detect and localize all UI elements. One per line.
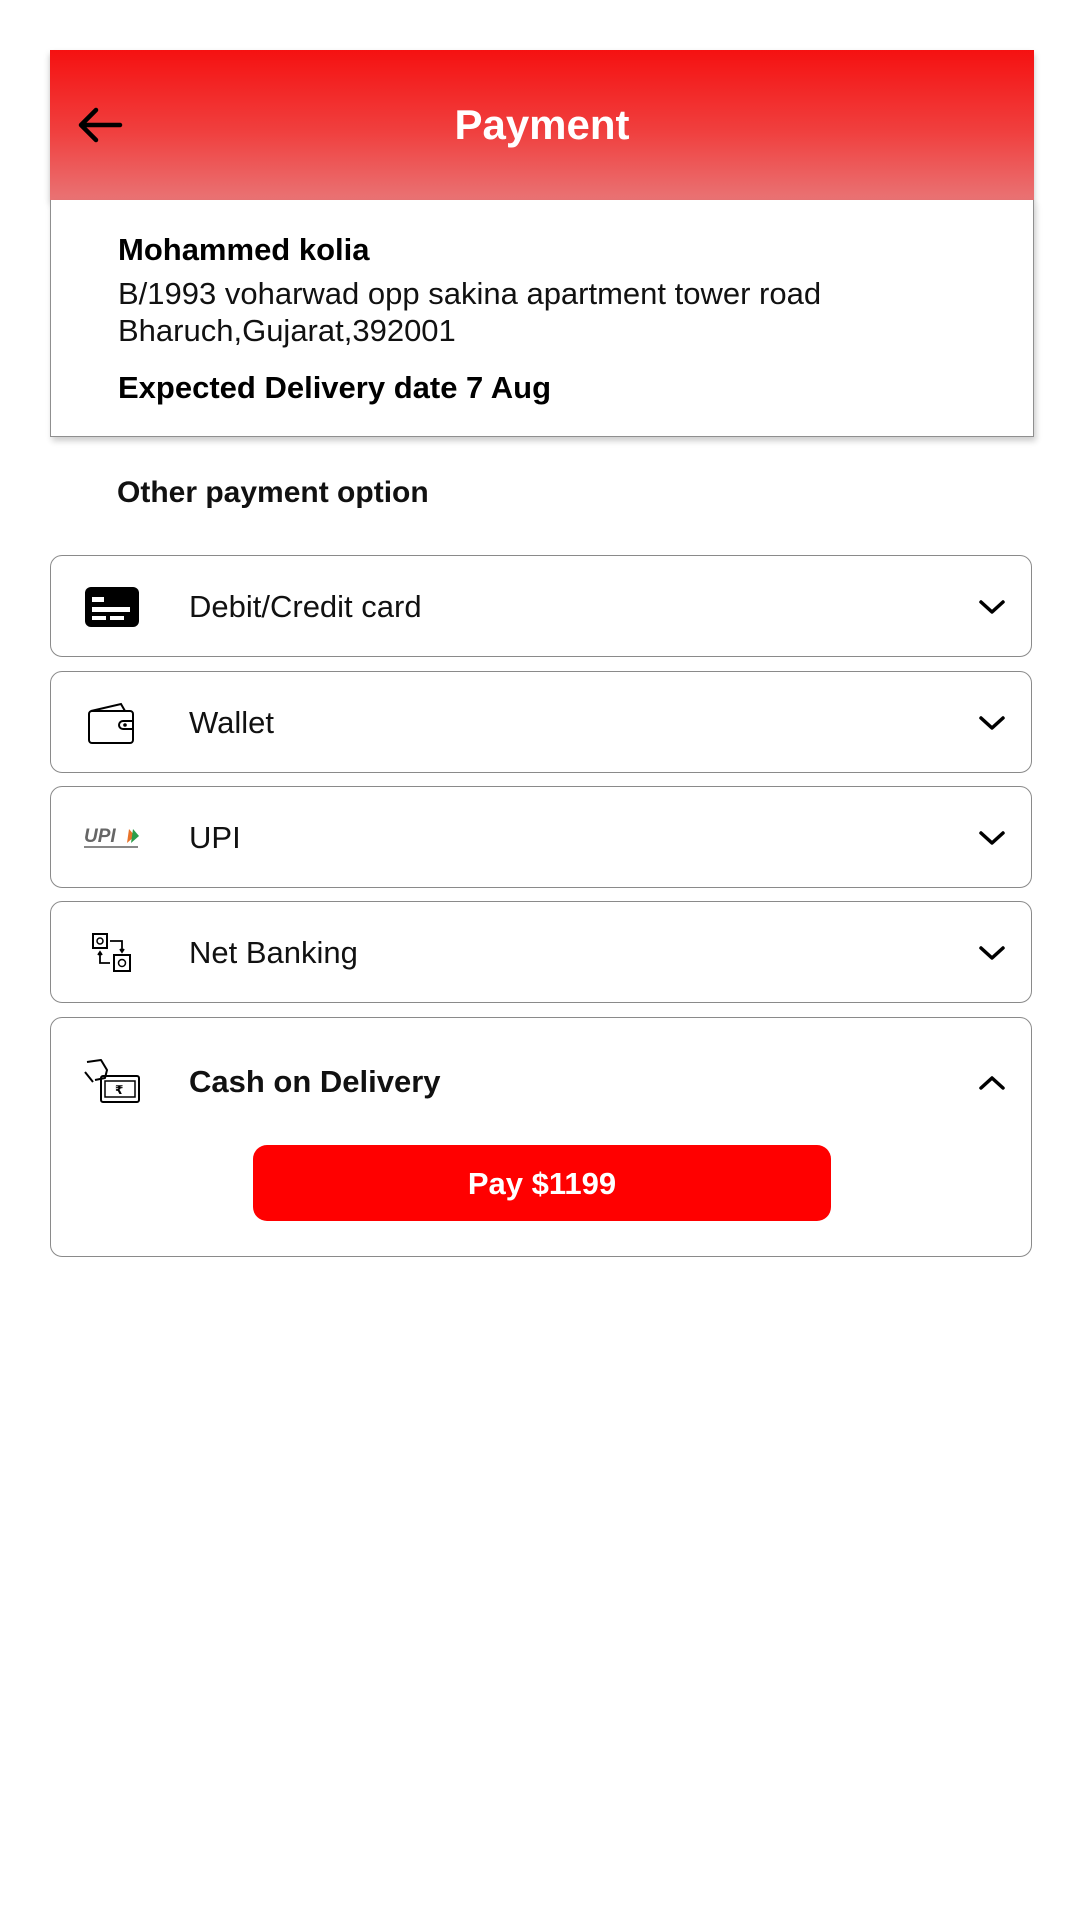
chevron-down-icon[interactable]: [975, 590, 1009, 624]
recipient-name: Mohammed kolia: [118, 232, 370, 267]
delivery-address-card: Mohammed kolia B/1993 voharwad opp sakin…: [50, 200, 1034, 437]
chevron-down-icon[interactable]: [975, 821, 1009, 855]
option-label: Net Banking: [189, 935, 358, 970]
cash-payment-icon: ₹: [83, 1056, 141, 1110]
page-title: Payment: [454, 101, 630, 148]
option-label: Cash on Delivery: [189, 1064, 441, 1099]
option-label: UPI: [189, 820, 241, 855]
chevron-down-icon[interactable]: [975, 936, 1009, 970]
svg-text:₹: ₹: [115, 1083, 123, 1097]
upi-logo-icon: UPI: [83, 811, 141, 865]
option-label: Wallet: [189, 705, 274, 740]
payment-option-net-banking[interactable]: Net Banking: [50, 901, 1032, 1003]
payment-option-wallet[interactable]: Wallet: [50, 671, 1032, 773]
address-line-2: Bharuch,Gujarat,392001: [118, 313, 456, 348]
net-banking-icon: [83, 926, 141, 980]
app-header: Payment: [50, 50, 1034, 200]
pay-button[interactable]: Pay $1199: [253, 1145, 831, 1221]
chevron-down-icon[interactable]: [975, 706, 1009, 740]
credit-card-icon: [83, 580, 141, 634]
chevron-up-icon[interactable]: [975, 1066, 1009, 1100]
svg-text:UPI: UPI: [84, 826, 116, 847]
payment-option-card[interactable]: Debit/Credit card: [50, 555, 1032, 657]
payment-option-upi[interactable]: UPI UPI: [50, 786, 1032, 888]
wallet-icon: [83, 696, 141, 750]
expected-delivery-date: Expected Delivery date 7 Aug: [118, 370, 552, 405]
address-line-1: B/1993 voharwad opp sakina apartment tow…: [118, 276, 822, 311]
option-label: Debit/Credit card: [189, 589, 422, 624]
section-title: Other payment option: [117, 476, 429, 509]
payment-option-cash-on-delivery[interactable]: ₹ Cash on Delivery Pay $1199: [50, 1017, 1032, 1257]
